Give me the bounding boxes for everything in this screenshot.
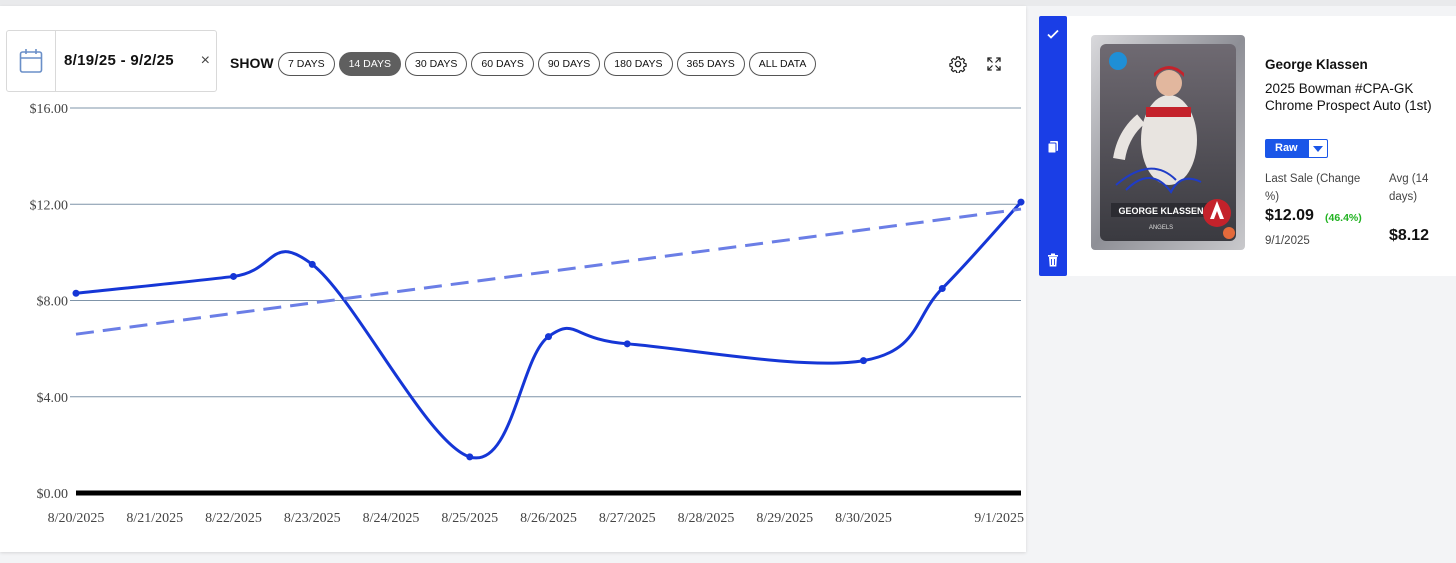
copy-icon[interactable] xyxy=(1045,139,1061,155)
x-tick-label: 8/20/2025 xyxy=(48,511,105,526)
card-image-team: ANGELS xyxy=(1149,225,1173,231)
x-tick-label: 9/1/2025 xyxy=(974,511,1024,526)
date-range-value[interactable]: 8/19/25 - 9/2/25 xyxy=(64,31,174,91)
y-tick-label: $4.00 xyxy=(37,391,69,406)
player-name: George Klassen xyxy=(1265,57,1368,72)
price-point xyxy=(938,284,946,292)
chevron-down-icon xyxy=(1312,145,1323,152)
range-button-30-days[interactable]: 30 DAYS xyxy=(405,52,468,76)
price-point xyxy=(623,340,631,348)
card-photo: GEORGE KLASSEN ANGELS xyxy=(1091,35,1245,250)
variant-dropdown[interactable]: Raw xyxy=(1265,139,1328,158)
avg-price: $8.12 xyxy=(1389,227,1430,244)
show-label: SHOW xyxy=(230,55,274,71)
y-tick-label: $8.00 xyxy=(37,295,69,310)
range-button-all-data[interactable]: ALL DATA xyxy=(748,52,817,76)
check-icon[interactable] xyxy=(1045,26,1061,42)
x-tick-label: 8/22/2025 xyxy=(205,511,262,526)
trash-icon[interactable] xyxy=(1045,252,1061,268)
range-button-180-days[interactable]: 180 DAYS xyxy=(604,52,673,76)
price-point xyxy=(308,260,316,268)
variant-caret[interactable] xyxy=(1307,139,1328,158)
price-point xyxy=(230,272,237,280)
x-tick-label: 8/25/2025 xyxy=(441,511,498,526)
x-tick-label: 8/28/2025 xyxy=(678,511,735,526)
card-image-name: GEORGE KLASSEN xyxy=(1118,206,1203,216)
x-tick-label: 8/24/2025 xyxy=(363,511,420,526)
range-button-60-days[interactable]: 60 DAYS xyxy=(471,52,534,76)
x-tick-label: 8/29/2025 xyxy=(756,511,813,526)
calendar-icon xyxy=(19,49,43,73)
avg-label: Avg (14 days) xyxy=(1389,173,1429,203)
last-sale-label: Last Sale (Change %) xyxy=(1265,173,1361,203)
trend-line xyxy=(75,207,1022,336)
price-point xyxy=(72,289,80,297)
card-details: GEORGE KLASSEN ANGELS George Klassen 202… xyxy=(1067,16,1456,276)
range-button-group: 7 DAYS 14 DAYS 30 DAYS 60 DAYS 90 DAYS 180 DA… xyxy=(278,52,817,76)
range-button-90-days[interactable]: 90 DAYS xyxy=(537,52,601,76)
last-sale-date: 9/1/2025 xyxy=(1265,235,1310,247)
last-sale-change: (46.4%) xyxy=(1325,212,1362,224)
price-point xyxy=(860,357,867,365)
y-tick-label: $0.00 xyxy=(37,487,69,502)
price-point xyxy=(545,333,552,341)
clear-date-button[interactable]: × xyxy=(201,31,210,91)
card-image[interactable]: GEORGE KLASSEN ANGELS xyxy=(1091,35,1245,250)
price-line xyxy=(75,201,1023,460)
settings-icon[interactable] xyxy=(949,55,967,73)
y-tick-label: $16.00 xyxy=(30,102,69,117)
card-title: 2025 Bowman #CPA-GK Chrome Prospect Auto… xyxy=(1265,81,1432,113)
variant-label[interactable]: Raw xyxy=(1265,139,1308,158)
expand-icon[interactable] xyxy=(985,55,1003,73)
range-button-14-days[interactable]: 14 DAYS xyxy=(338,52,401,76)
calendar-button[interactable] xyxy=(7,31,56,91)
date-range-picker[interactable]: 8/19/25 - 9/2/25 × xyxy=(6,30,217,92)
card-action-bar xyxy=(1039,16,1067,276)
x-tick-label: 8/23/2025 xyxy=(284,511,341,526)
x-tick-label: 8/21/2025 xyxy=(126,511,183,526)
price-point xyxy=(1017,198,1025,206)
range-button-7-days[interactable]: 7 DAYS xyxy=(278,52,335,76)
last-sale-price: $12.09 xyxy=(1265,207,1314,224)
y-tick-label: $12.00 xyxy=(30,198,69,213)
x-tick-label: 8/30/2025 xyxy=(835,511,892,526)
price-point xyxy=(466,453,474,461)
chart-panel: $0.00 $4.00 $8.00 $12.00 $16.00 8/20/2025 8/21… xyxy=(0,6,1026,552)
x-tick-label: 8/27/2025 xyxy=(599,511,656,526)
range-button-365-days[interactable]: 365 DAYS xyxy=(676,52,745,76)
x-tick-label: 8/26/2025 xyxy=(520,511,577,526)
